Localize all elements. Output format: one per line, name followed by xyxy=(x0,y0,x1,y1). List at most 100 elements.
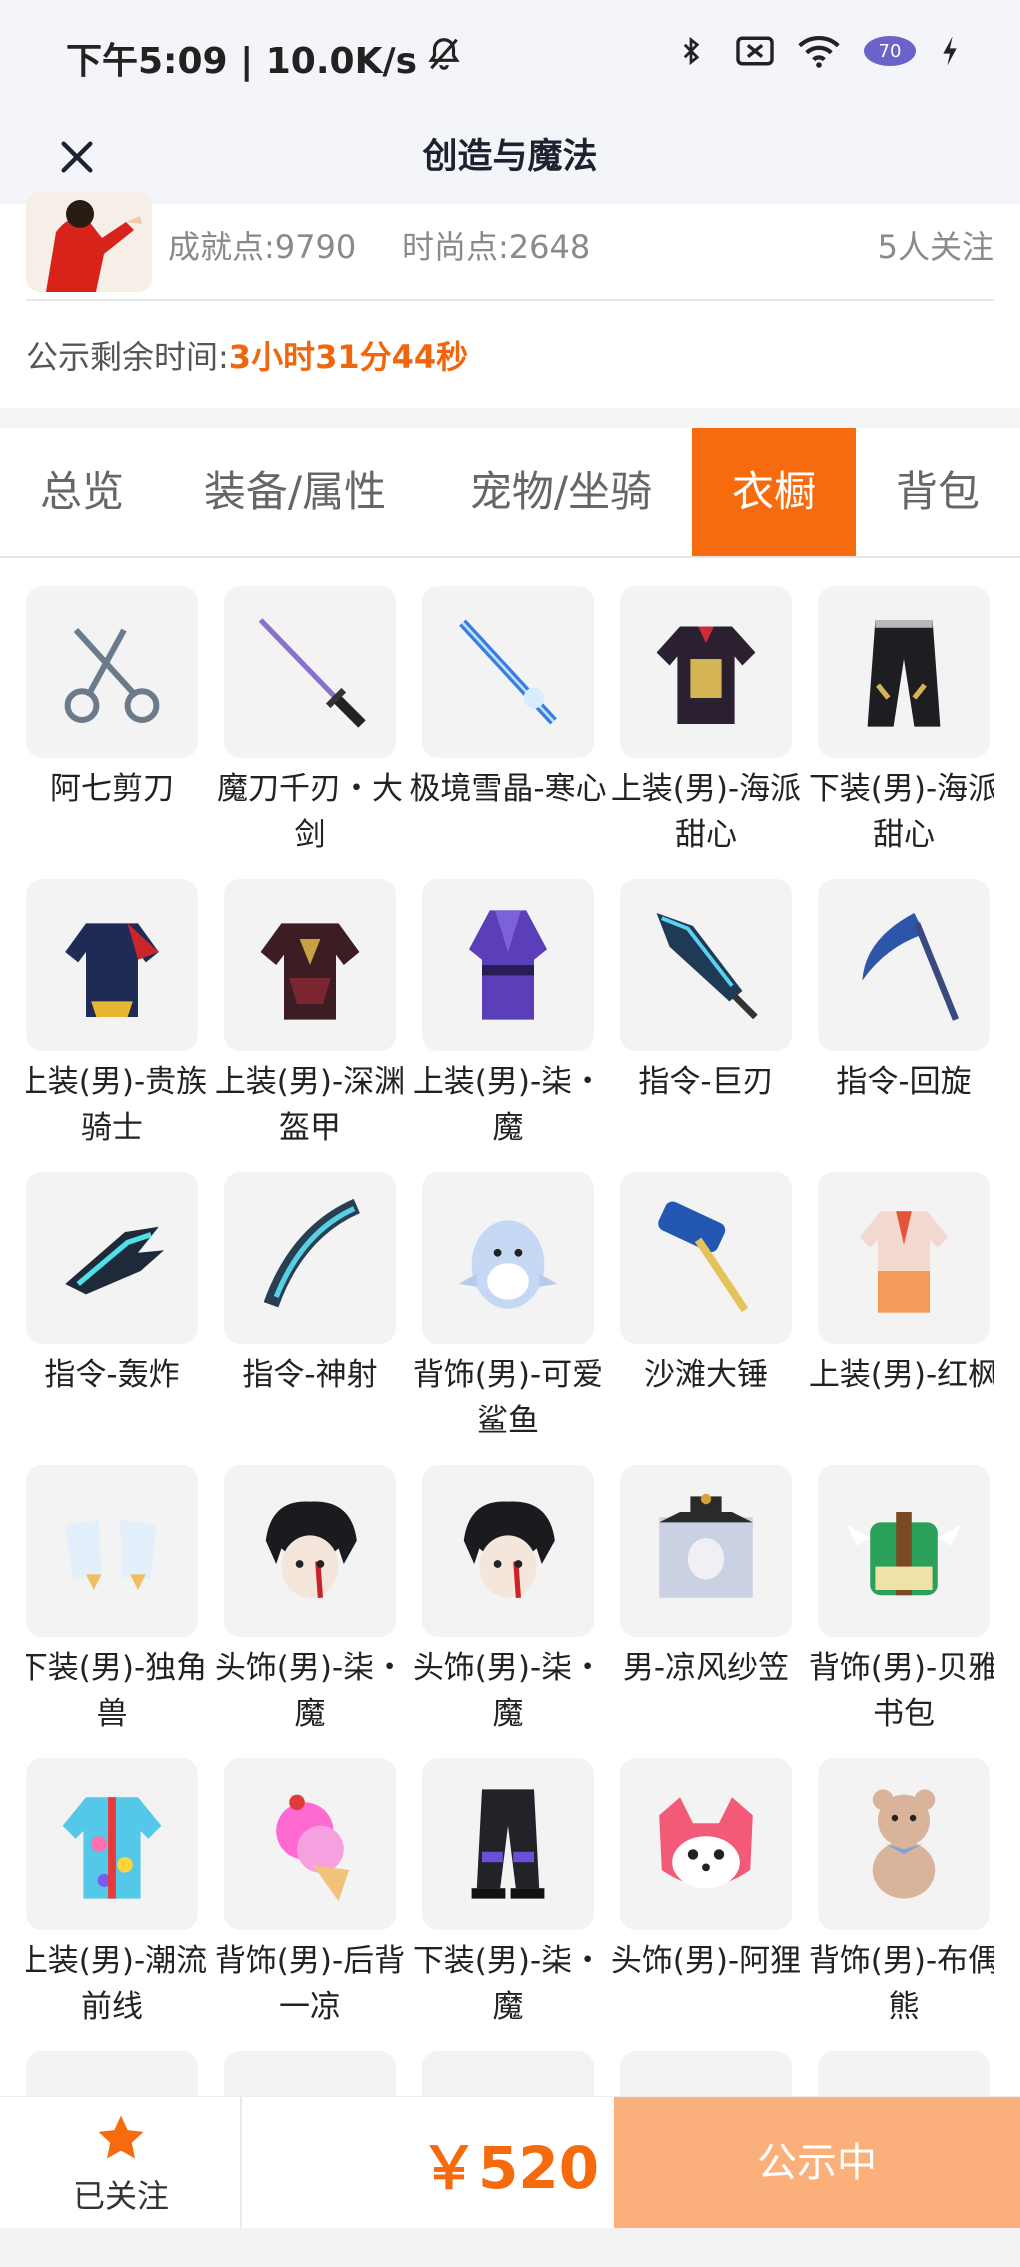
wardrobe-item-name: 背饰(男)-后背一凉 xyxy=(214,1943,406,2025)
wardrobe-item[interactable]: 上装(男)-贵族骑士 xyxy=(26,879,207,1159)
wardrobe-item-name: 下装(男)-柒・魔 xyxy=(412,1943,604,2025)
wardrobe-item[interactable]: 背饰(男)-后背一凉 xyxy=(215,1758,405,2038)
wardrobe-item-name: 上装(男)-潮流前线 xyxy=(26,1943,208,2025)
achievement-points: 成就点:9790 xyxy=(168,228,357,266)
pants-icon xyxy=(818,586,990,758)
wardrobe-item-name: 下装(男)-海派甜心 xyxy=(808,771,994,853)
wardrobe-item[interactable]: 指令-轰炸 xyxy=(26,1172,198,1452)
dark-pants-icon xyxy=(422,1758,594,1930)
veil-hat-icon xyxy=(620,1465,792,1637)
wardrobe-item[interactable] xyxy=(26,2051,198,2096)
wardrobe-item[interactable]: 指令-巨刃 xyxy=(620,879,792,1159)
wardrobe-item-name: 沙滩大锤 xyxy=(644,1357,768,1393)
tab-pets-mounts[interactable]: 宠物/坐骑 xyxy=(456,428,666,556)
no-sim-icon xyxy=(734,30,776,72)
tab-backpack[interactable]: 背包 xyxy=(856,428,1020,556)
wardrobe-item[interactable]: 沙滩大锤 xyxy=(620,1172,792,1452)
unicorn-boots-icon xyxy=(26,1465,198,1637)
status-icons: 70 xyxy=(670,30,960,72)
page-title: 创造与魔法 xyxy=(422,137,598,177)
wardrobe-item[interactable] xyxy=(224,2051,396,2096)
wardrobe-item-name: 阿七剪刀 xyxy=(50,771,174,807)
wardrobe-item-name: 背饰(男)-布偶熊 xyxy=(808,1943,994,2025)
wardrobe-item-name: 上装(男)-海派甜心 xyxy=(610,771,802,853)
wardrobe-item[interactable]: 头饰(男)-阿狸 xyxy=(611,1758,801,2038)
wardrobe-item[interactable]: 上装(男)-深渊盔甲 xyxy=(215,879,405,1159)
wardrobe-item[interactable]: 上装(男)-潮流前线 xyxy=(26,1758,207,2038)
scythe-icon xyxy=(818,879,990,1051)
wardrobe-item-name: 头饰(男)-柒・魔 xyxy=(214,1650,406,1732)
maple-top-icon xyxy=(818,1172,990,1344)
wardrobe-item[interactable]: 指令-神射 xyxy=(224,1172,396,1452)
backpack-icon xyxy=(818,1465,990,1637)
wardrobe-item-name: 上装(男)-柒・魔 xyxy=(412,1064,604,1146)
wardrobe-item[interactable]: 上装(男)-柒・魔 xyxy=(413,879,603,1159)
ice-sword-icon xyxy=(422,586,594,758)
wardrobe-item-name: 上装(男)-红枫 xyxy=(808,1357,994,1393)
robe-icon xyxy=(422,879,594,1051)
status-bar: 下午5:09 | 10.0K/s 70 xyxy=(0,0,1020,110)
wardrobe-item[interactable]: 背饰(男)-可爱鲨鱼 xyxy=(413,1172,603,1452)
item-icon xyxy=(26,2051,198,2096)
wardrobe-item[interactable]: 背饰(男)-布偶熊 xyxy=(809,1758,994,2038)
wardrobe-item[interactable]: 下装(男)-柒・魔 xyxy=(413,1758,603,2038)
star-icon xyxy=(94,2111,148,2165)
item-icon xyxy=(422,2051,594,2096)
wardrobe-item-name: 指令-轰炸 xyxy=(44,1357,180,1393)
wardrobe-item[interactable]: 上装(男)-海派甜心 xyxy=(611,586,801,866)
tab-wardrobe[interactable]: 衣橱 xyxy=(692,428,856,556)
wardrobe-item[interactable]: 阿七剪刀 xyxy=(26,586,198,866)
wardrobe-item[interactable]: 头饰(男)-柒・魔 xyxy=(215,1465,405,1745)
wardrobe-item[interactable]: 下装(男)-海派甜心 xyxy=(809,586,994,866)
great-blade-icon xyxy=(620,879,792,1051)
wardrobe-item[interactable]: 指令-回旋 xyxy=(818,879,990,1159)
section-gap xyxy=(0,408,1020,428)
countdown-time: 3小时31分44秒 xyxy=(228,338,469,376)
profile-row: 成就点:9790 时尚点:2648 5人关注 xyxy=(0,192,1020,300)
hair-icon xyxy=(224,1465,396,1637)
wardrobe-item-name: 男-凉风纱笠 xyxy=(622,1650,790,1686)
home-indicator-bar xyxy=(0,2228,1020,2267)
countdown-label: 公示剩余时间: xyxy=(26,338,229,376)
follow-button[interactable]: 已关注 xyxy=(0,2097,242,2229)
follower-count: 5人关注 xyxy=(877,228,994,266)
wardrobe-item[interactable]: 魔刀千刃・大剑 xyxy=(217,586,403,866)
wardrobe-item-name: 指令-神射 xyxy=(242,1357,378,1393)
nav-bar: 创造与魔法 xyxy=(0,110,1020,204)
wardrobe-item-name: 指令-回旋 xyxy=(836,1064,972,1100)
wardrobe-item[interactable] xyxy=(422,2051,594,2096)
wardrobe-item-name: 背饰(男)-贝雅书包 xyxy=(808,1650,994,1732)
publicity-countdown: 公示剩余时间:3小时31分44秒 xyxy=(26,332,468,378)
shark-icon xyxy=(422,1172,594,1344)
avatar[interactable] xyxy=(26,192,152,292)
wardrobe-item-name: 上装(男)-贵族骑士 xyxy=(26,1064,208,1146)
item-icon xyxy=(620,2051,792,2096)
wardrobe-item-name: 极境雪晶-寒心 xyxy=(409,771,607,807)
fashion-points: 时尚点:2648 xyxy=(402,228,591,266)
wardrobe-item[interactable]: 上装(男)-红枫 xyxy=(809,1172,994,1452)
wardrobe-item[interactable]: 极境雪晶-寒心 xyxy=(409,586,607,866)
status-time-speed: 下午5:09 | 10.0K/s xyxy=(66,41,418,82)
tab-overview[interactable]: 总览 xyxy=(0,428,164,556)
bomb-claw-icon xyxy=(26,1172,198,1344)
publicity-status-button[interactable]: 公示中 xyxy=(614,2097,1020,2229)
charging-icon xyxy=(940,30,960,72)
wifi-icon xyxy=(798,30,840,72)
wardrobe-item[interactable] xyxy=(620,2051,792,2096)
wardrobe-item-name: 背饰(男)-可爱鲨鱼 xyxy=(412,1357,604,1439)
wardrobe-item-name: 下装(男)-独角兽 xyxy=(26,1650,208,1732)
wardrobe-item-name: 指令-巨刃 xyxy=(638,1064,774,1100)
status-left: 下午5:09 | 10.0K/s xyxy=(66,32,463,84)
wardrobe-item[interactable]: 男-凉风纱笠 xyxy=(620,1465,792,1745)
wardrobe-item[interactable]: 头饰(男)-柒・魔 xyxy=(413,1465,603,1745)
wardrobe-item[interactable] xyxy=(818,2051,990,2096)
tab-equipment[interactable]: 装备/属性 xyxy=(190,428,400,556)
mute-bell-icon xyxy=(425,35,463,82)
bluetooth-icon xyxy=(670,30,712,72)
hammer-icon xyxy=(620,1172,792,1344)
wardrobe-item[interactable]: 背饰(男)-贝雅书包 xyxy=(809,1465,994,1745)
wardrobe-item[interactable]: 下装(男)-独角兽 xyxy=(26,1465,207,1745)
bottom-bar: 已关注 ￥520 公示中 xyxy=(0,2096,1020,2229)
price: ￥520 xyxy=(420,2134,600,2202)
item-icon xyxy=(224,2051,396,2096)
